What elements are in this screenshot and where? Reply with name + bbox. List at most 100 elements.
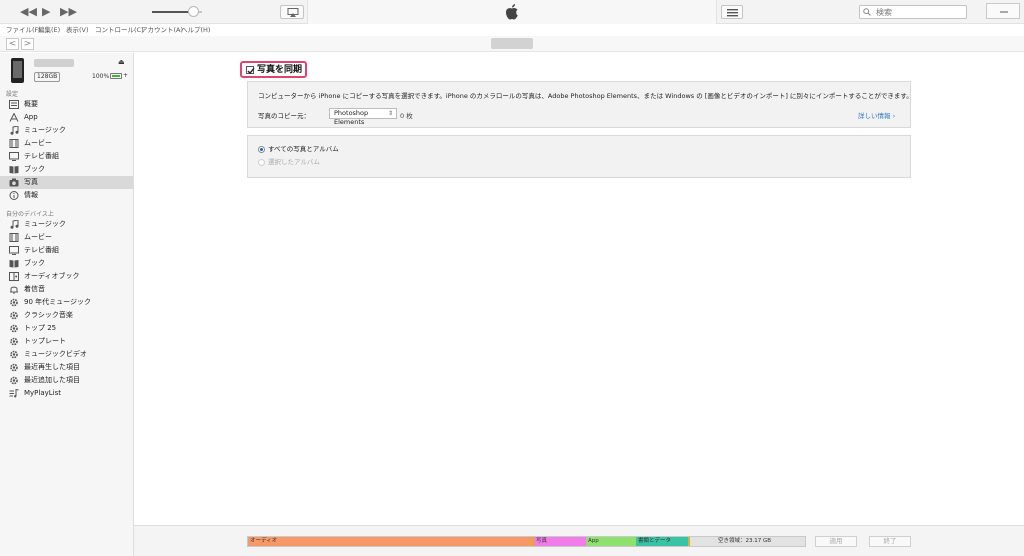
all-photos-radio[interactable] xyxy=(258,146,265,153)
menu-account[interactable]: アカウント(A) xyxy=(141,25,183,35)
storage-segment-label: 書類とデータ xyxy=(638,538,672,544)
eject-icon[interactable]: ⏏ xyxy=(118,58,125,66)
search-input[interactable] xyxy=(859,5,967,19)
navigation-bar: < > sfinabox7 xyxy=(0,36,1024,52)
sidebar-item[interactable]: クラシック音楽 xyxy=(0,309,133,322)
music-note-icon xyxy=(9,219,19,229)
sidebar-item[interactable]: 写真 xyxy=(0,176,133,189)
sidebar-item-label: ミュージック xyxy=(24,126,66,134)
menu-view[interactable]: 表示(V) xyxy=(66,25,89,35)
sidebar-item[interactable]: 着信音 xyxy=(0,283,133,296)
book-icon xyxy=(9,165,19,174)
app-icon xyxy=(9,112,19,122)
sidebar-item[interactable]: 最近追加した項目 xyxy=(0,374,133,387)
sidebar-item-label: 着信音 xyxy=(24,285,45,293)
forward-button[interactable]: > xyxy=(21,38,34,50)
storage-segment-label: 空き領域：23.17 GB xyxy=(718,538,772,544)
copy-from-select[interactable]: Photoshop Elements ⇕ xyxy=(329,108,397,126)
sidebar-item-label: 最近再生した項目 xyxy=(24,363,80,371)
smart-playlist-gear-icon xyxy=(9,350,19,359)
fast-forward-icon[interactable]: ▶▶ xyxy=(60,5,77,19)
charging-icon: + xyxy=(123,72,129,79)
storage-segment-label: App xyxy=(588,538,599,544)
sidebar-item[interactable]: 概要 xyxy=(0,98,133,111)
checkmark-icon xyxy=(247,67,255,75)
sidebar: sfinabox7 ⏏ 128GB 100% + 設定 概要 App ミュージックム… xyxy=(0,53,134,556)
more-info-link[interactable]: 詳しい情報 › xyxy=(858,110,895,120)
sidebar-item-label: 写真 xyxy=(24,178,38,186)
storage-segment-label: 写真 xyxy=(536,538,548,544)
chevron-right-icon: › xyxy=(892,112,896,120)
music-note-icon xyxy=(9,125,19,135)
battery-percentage: 100% xyxy=(92,73,110,80)
film-icon xyxy=(9,139,19,148)
smart-playlist-gear-icon xyxy=(9,363,19,372)
sidebar-item[interactable]: テレビ番組 xyxy=(0,244,133,257)
sidebar-item-label: テレビ番組 xyxy=(24,246,59,254)
storage-segment: 書類とデータ xyxy=(636,537,688,546)
sidebar-item[interactable]: ミュージックビデオ xyxy=(0,348,133,361)
sidebar-item[interactable]: オーディオブック xyxy=(0,270,133,283)
sidebar-item[interactable]: MyPlayList xyxy=(0,387,133,400)
sidebar-item[interactable]: 90 年代ミュージック xyxy=(0,296,133,309)
airplay-button[interactable] xyxy=(280,5,304,19)
battery-level xyxy=(112,75,120,77)
rewind-icon[interactable]: ◀◀ xyxy=(20,5,37,19)
toolbar: ◀◀ ▶ ▶▶ xyxy=(0,0,1024,24)
sidebar-item-label: 情報 xyxy=(24,191,38,199)
sidebar-item-label: App xyxy=(24,113,38,121)
sidebar-item[interactable]: 情報 xyxy=(0,189,133,202)
sidebar-item[interactable]: テレビ番組 xyxy=(0,150,133,163)
sidebar-item[interactable]: 最近再生した項目 xyxy=(0,361,133,374)
camera-icon xyxy=(9,178,19,187)
all-photos-label[interactable]: すべての写真とアルバム xyxy=(268,145,339,154)
apply-button[interactable]: 適用 xyxy=(815,536,857,547)
sidebar-item[interactable]: ムービー xyxy=(0,231,133,244)
sidebar-item-label: ムービー xyxy=(24,139,52,147)
sync-photos-toggle[interactable]: 写真を同期 xyxy=(240,61,307,78)
sync-photos-checkbox[interactable] xyxy=(246,66,255,75)
list-view-button[interactable] xyxy=(721,5,743,19)
selected-albums-radio xyxy=(258,159,265,166)
device-name[interactable]: sfinabox7 xyxy=(34,59,74,67)
back-button[interactable]: < xyxy=(6,38,19,50)
photo-selection-panel: すべての写真とアルバム 選択したアルバム xyxy=(247,135,911,178)
menu-bar: ファイル(F) 編集(E) 表示(V) コントロール(C) アカウント(A) ヘ… xyxy=(0,24,1024,36)
done-button[interactable]: 終了 xyxy=(869,536,911,547)
smart-playlist-gear-icon xyxy=(9,376,19,385)
minimize-button[interactable] xyxy=(986,3,1020,19)
volume-knob[interactable] xyxy=(188,6,199,17)
menu-edit[interactable]: 編集(E) xyxy=(38,25,60,35)
sidebar-item[interactable]: ミュージック xyxy=(0,124,133,137)
menu-help[interactable]: ヘルプ(H) xyxy=(181,25,210,35)
sidebar-item-label: ブック xyxy=(24,165,45,173)
sidebar-item-label: 概要 xyxy=(24,100,38,108)
sidebar-item[interactable]: トップレート xyxy=(0,335,133,348)
copy-from-label: 写真のコピー元： xyxy=(258,112,310,120)
sidebar-item[interactable]: App xyxy=(0,111,133,124)
sidebar-item[interactable]: ブック xyxy=(0,163,133,176)
search-icon xyxy=(863,8,871,16)
playlist-icon xyxy=(9,388,19,398)
iphone-icon xyxy=(11,58,24,83)
sync-photos-label: 写真を同期 xyxy=(257,65,303,75)
sidebar-item-label: 90 年代ミュージック xyxy=(24,298,91,306)
menu-controls[interactable]: コントロール(C) xyxy=(95,25,144,35)
sidebar-item[interactable]: トップ 25 xyxy=(0,322,133,335)
sidebar-item-label: トップレート xyxy=(24,337,66,345)
sidebar-item[interactable]: ムービー xyxy=(0,137,133,150)
storage-segment: 空き領域：23.17 GB xyxy=(690,537,805,546)
photo-count: 0 枚 xyxy=(400,112,413,120)
sidebar-item-label: MyPlayList xyxy=(24,389,62,397)
play-icon[interactable]: ▶ xyxy=(42,5,50,19)
menu-file[interactable]: ファイル(F) xyxy=(6,25,41,35)
book-icon xyxy=(9,259,19,268)
apple-logo-icon xyxy=(504,3,520,23)
device-tab[interactable]: sfinabox7 xyxy=(491,38,533,49)
sidebar-item-label: ブック xyxy=(24,259,45,267)
info-icon xyxy=(9,191,19,200)
tv-icon xyxy=(9,246,19,255)
smart-playlist-gear-icon xyxy=(9,298,19,307)
sidebar-item[interactable]: ミュージック xyxy=(0,218,133,231)
sidebar-item[interactable]: ブック xyxy=(0,257,133,270)
